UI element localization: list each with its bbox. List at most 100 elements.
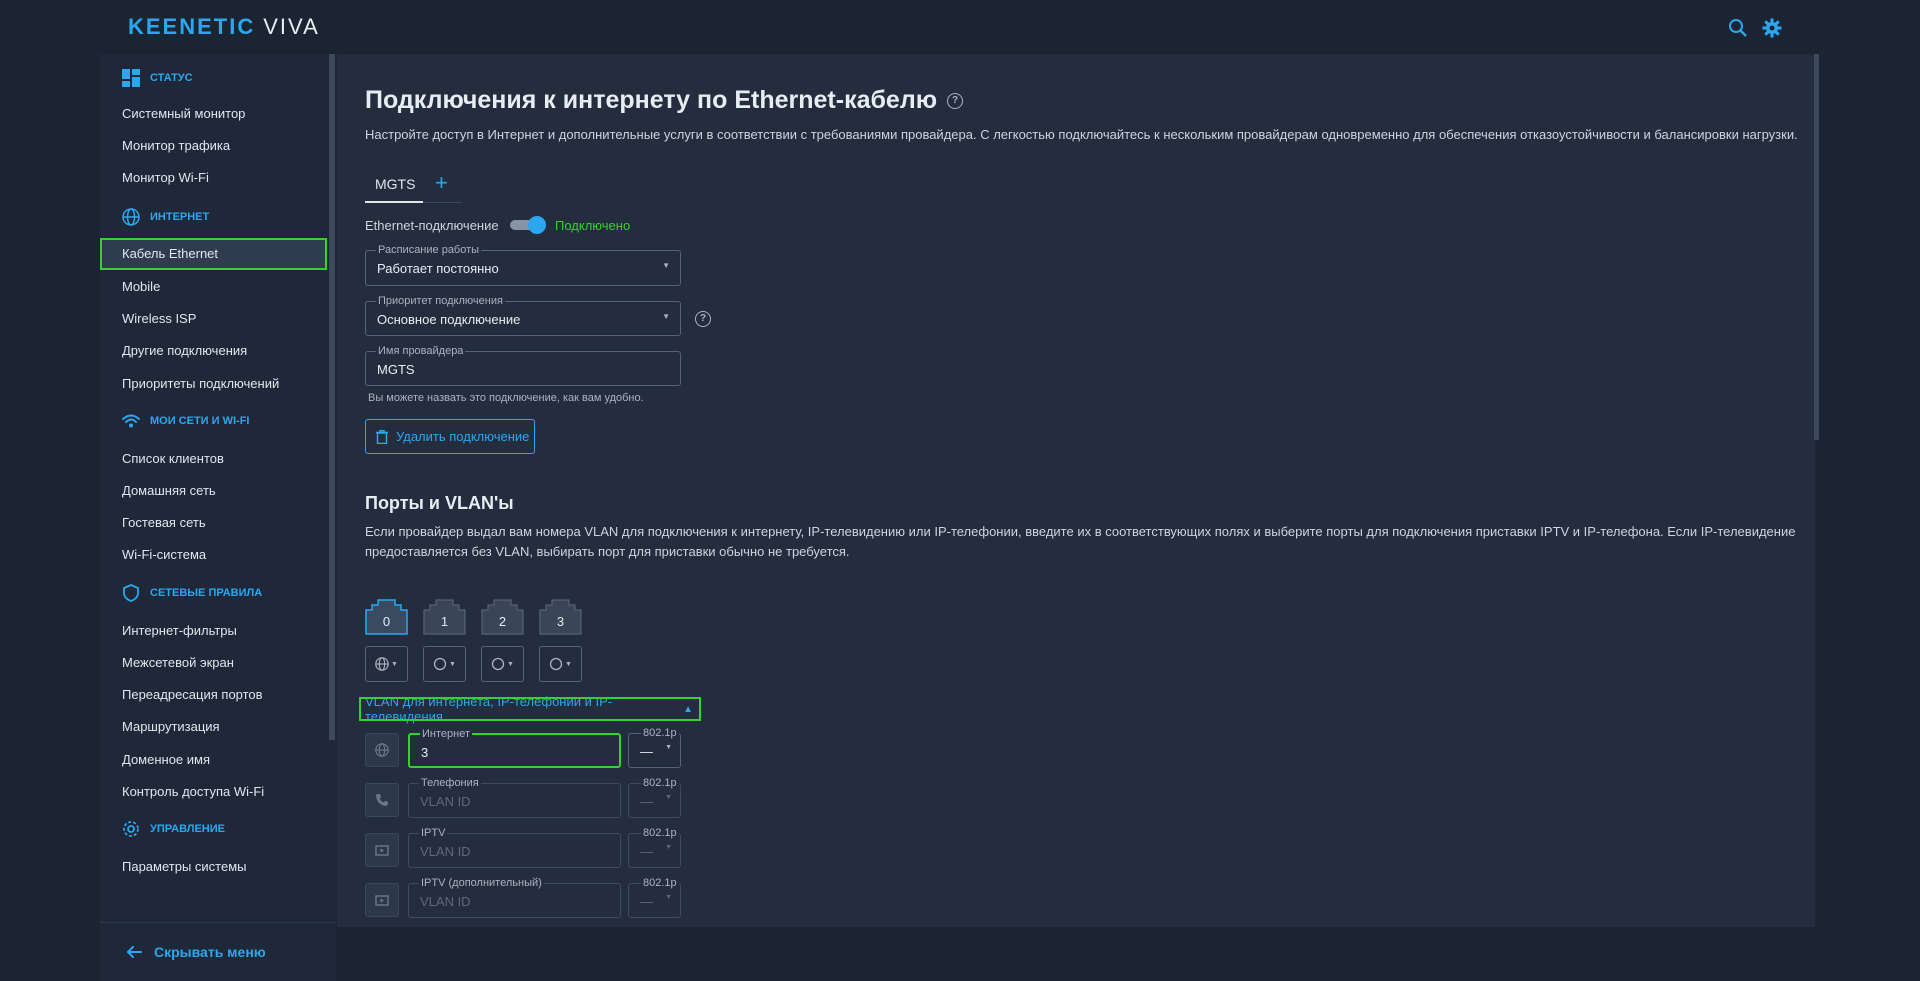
page-title-text: Подключения к интернету по Ethernet-кабе… <box>365 86 938 114</box>
priority-select[interactable]: Приоритет подключения Основное подключен… <box>365 295 681 336</box>
schedule-select[interactable]: Расписание работы Работает постоянно ▼ <box>365 244 681 286</box>
sidebar-item-internet-filters[interactable]: Интернет-фильтры <box>100 615 327 647</box>
chevron-down-icon: ▼ <box>449 660 456 668</box>
vlan-iptv-additional-label: IPTV (дополнительный) <box>419 877 544 889</box>
sidebar-item-port-forwarding[interactable]: Переадресация портов <box>100 679 327 711</box>
vlan-globe-icon <box>365 733 399 767</box>
sidebar-item-domain-name[interactable]: Доменное имя <box>100 744 327 776</box>
globe-icon <box>122 208 140 226</box>
chevron-down-icon: ▼ <box>565 660 572 668</box>
sidebar-item-wifi-access-control[interactable]: Контроль доступа Wi-Fi <box>100 776 327 808</box>
tab-mgts[interactable]: MGTS <box>375 176 415 192</box>
provider-name-hint: Вы можете назвать это подключение, как в… <box>368 392 644 404</box>
sidebar-section-status[interactable]: Статус <box>122 66 193 90</box>
vlan-internet-input[interactable]: Интернет 3 <box>408 728 621 768</box>
sidebar-section-label: Мои сети и Wi-Fi <box>150 415 250 427</box>
port-0-mode-select[interactable]: ▼ <box>365 646 408 682</box>
vlan-section-label: VLAN для интернета, IP-телефонии и IP-те… <box>365 694 613 724</box>
shield-icon <box>123 584 139 602</box>
sidebar-item-wifi-monitor[interactable]: Монитор Wi-Fi <box>100 162 327 194</box>
settings-gear-icon[interactable] <box>1762 18 1782 38</box>
sidebar-item-routing[interactable]: Маршрутизация <box>100 711 327 743</box>
sidebar-section-management[interactable]: Управление <box>122 817 225 841</box>
sidebar-section-internet[interactable]: Интернет <box>122 205 209 229</box>
vlan-iptv-additional-placeholder: VLAN ID <box>420 894 471 909</box>
port-2[interactable]: 2 <box>481 599 524 635</box>
provider-name-input[interactable]: Имя провайдера MGTS <box>365 345 681 386</box>
sidebar-item-ethernet-cable[interactable]: Кабель Ethernet <box>100 238 327 270</box>
sidebar-item-mobile[interactable]: Mobile <box>100 271 327 303</box>
port-number: 0 <box>382 614 391 629</box>
priority-802-1p-label: 802.1p <box>641 827 679 839</box>
vlan-telephony-input[interactable]: Телефония VLAN ID <box>408 777 621 818</box>
sidebar-item-traffic-monitor[interactable]: Монитор трафика <box>100 130 327 162</box>
port-0[interactable]: 0 <box>365 599 408 635</box>
port-2-mode-select[interactable]: ▼ <box>481 646 524 682</box>
sidebar-item-other-connections[interactable]: Другие подключения <box>100 335 327 367</box>
priority-802-1p-label: 802.1p <box>641 777 679 789</box>
dashboard-icon <box>122 69 140 87</box>
priority-help-icon[interactable]: ? <box>695 311 711 327</box>
port-number: 1 <box>440 614 449 629</box>
circle-icon <box>491 657 505 671</box>
circle-icon <box>549 657 563 671</box>
vlan-telephony-label: Телефония <box>419 777 481 789</box>
vlan-iptv-additional-input[interactable]: IPTV (дополнительный) VLAN ID <box>408 877 621 918</box>
ethernet-connection-label: Ethernet-подключение <box>365 218 499 233</box>
ethernet-toggle[interactable] <box>510 216 546 234</box>
main-scrollbar[interactable] <box>1814 54 1819 440</box>
vlan-iptv-placeholder: VLAN ID <box>420 844 471 859</box>
ethernet-status: Подключено <box>555 218 631 233</box>
ports-description: Если провайдер выдал вам номера VLAN для… <box>365 522 1815 562</box>
delete-connection-button[interactable]: Удалить подключение <box>365 419 535 454</box>
chevron-up-icon: ▲ <box>683 703 693 715</box>
sidebar-item-wifi-system[interactable]: Wi-Fi-система <box>100 539 327 571</box>
vlan-internet-priority-select[interactable]: 802.1p — ▼ <box>628 727 681 768</box>
hide-menu-button[interactable]: Скрывать меню <box>100 922 336 981</box>
sidebar-item-client-list[interactable]: Список клиентов <box>100 443 327 475</box>
sidebar-item-firewall[interactable]: Межсетевой экран <box>100 647 327 679</box>
vlan-tv-icon <box>365 833 399 867</box>
vlan-iptv-label: IPTV <box>419 827 448 839</box>
priority-value: Основное подключение <box>377 312 521 327</box>
sidebar-item-wireless-isp[interactable]: Wireless ISP <box>100 303 327 335</box>
chevron-down-icon: ▼ <box>391 660 398 668</box>
vlan-telephony-priority-select[interactable]: 802.1p — ▼ <box>628 777 681 818</box>
vlan-section-toggle[interactable]: VLAN для интернета, IP-телефонии и IP-те… <box>359 694 701 724</box>
connection-tabs: MGTS + <box>365 170 462 203</box>
vlan-iptv-priority-select[interactable]: 802.1p — ▼ <box>628 827 681 868</box>
vlan-telephony-placeholder: VLAN ID <box>420 794 471 809</box>
port-1-mode-select[interactable]: ▼ <box>423 646 466 682</box>
sidebar-item-guest-network[interactable]: Гостевая сеть <box>100 507 327 539</box>
sidebar-section-my-networks[interactable]: Мои сети и Wi-Fi <box>122 409 249 433</box>
priority-value: — <box>640 894 653 909</box>
sidebar-section-label: Управление <box>150 823 225 835</box>
vlan-phone-icon <box>365 783 399 817</box>
sidebar-section-label: Статус <box>150 72 193 84</box>
page-description: Настройте доступ в Интернет и дополнител… <box>365 127 1798 142</box>
sidebar-item-home-network[interactable]: Домашняя сеть <box>100 475 327 507</box>
priority-802-1p-label: 802.1p <box>641 727 679 739</box>
sidebar: Статус Системный монитор Монитор трафика… <box>100 54 336 981</box>
active-tab-indicator <box>365 201 423 203</box>
help-icon[interactable]: ? <box>947 92 964 109</box>
search-icon[interactable] <box>1728 18 1748 38</box>
vlan-iptv-input[interactable]: IPTV VLAN ID <box>408 827 621 868</box>
sidebar-item-system-monitor[interactable]: Системный монитор <box>100 98 327 130</box>
page-title: Подключения к интернету по Ethernet-кабе… <box>365 86 964 115</box>
top-bar: KEENETIC VIVA <box>0 0 1920 54</box>
port-3[interactable]: 3 <box>539 599 582 635</box>
port-3-mode-select[interactable]: ▼ <box>539 646 582 682</box>
vlan-iptv-additional-priority-select[interactable]: 802.1p — ▼ <box>628 877 681 918</box>
sidebar-item-system-settings[interactable]: Параметры системы <box>100 851 327 883</box>
chevron-down-icon: ▼ <box>665 894 672 901</box>
sidebar-scrollbar[interactable] <box>329 54 335 740</box>
port-1[interactable]: 1 <box>423 599 466 635</box>
chevron-down-icon: ▼ <box>665 794 672 801</box>
sidebar-item-connection-priorities[interactable]: Приоритеты подключений <box>100 368 327 400</box>
sidebar-section-network-rules[interactable]: Сетевые правила <box>122 581 262 605</box>
vlan-internet-label: Интернет <box>420 728 472 740</box>
add-connection-plus-icon[interactable]: + <box>435 170 448 196</box>
schedule-label: Расписание работы <box>376 244 482 256</box>
logo-brand: KEENETIC <box>128 14 256 39</box>
